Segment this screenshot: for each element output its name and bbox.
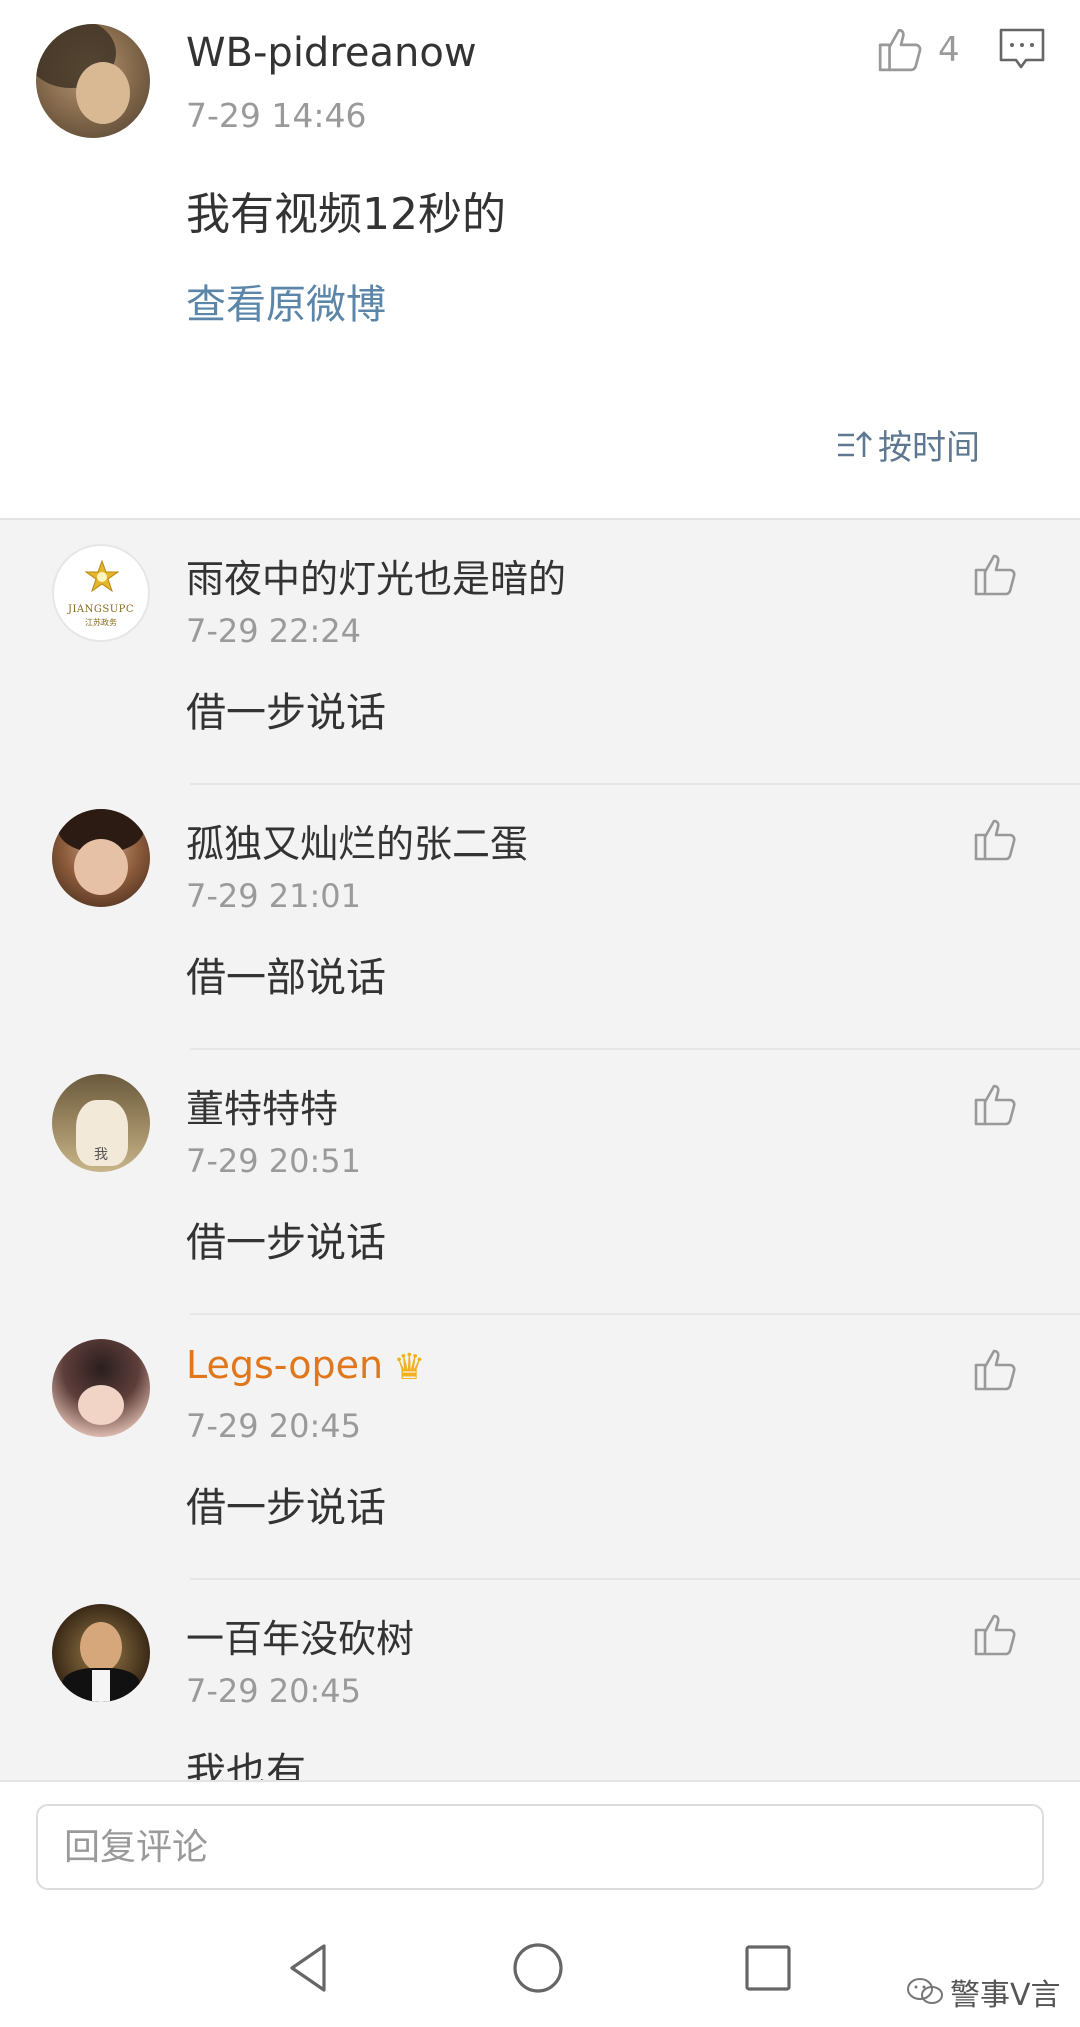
comment-item: Legs-open ♛ 7-29 20:45 借一步说话 bbox=[0, 1315, 1080, 1580]
comment-icon[interactable] bbox=[998, 26, 1046, 72]
avatar-logo-subtext: 江苏政务 bbox=[85, 618, 117, 627]
system-nav-bar: 警事V言 bbox=[0, 1912, 1080, 2027]
comment-list[interactable]: JIANGSUPC 江苏政务 雨夜中的灯光也是暗的 7-29 22:24 借一步… bbox=[0, 518, 1080, 1780]
wechat-icon bbox=[907, 1978, 943, 2004]
commenter-avatar[interactable] bbox=[52, 1339, 150, 1437]
crown-icon: ♛ bbox=[393, 1347, 426, 1388]
reply-input[interactable] bbox=[36, 1804, 1044, 1890]
commenter-avatar[interactable]: JIANGSUPC 江苏政务 bbox=[52, 544, 150, 642]
avatar-face bbox=[80, 1622, 122, 1672]
commenter-name[interactable]: 董特特特 bbox=[186, 1078, 338, 1133]
avatar-shirt bbox=[92, 1670, 110, 1702]
like-count: 4 bbox=[938, 30, 960, 70]
avatar-face bbox=[78, 1385, 124, 1425]
comment-item: 我 董特特特 7-29 20:51 借一步说话 bbox=[0, 1050, 1080, 1315]
comment-item: 一百年没砍树 7-29 20:45 我也有 bbox=[0, 1580, 1080, 1780]
post-timestamp: 7-29 14:46 bbox=[186, 96, 367, 135]
reply-bar bbox=[0, 1780, 1080, 1912]
home-circle-icon[interactable] bbox=[510, 1940, 566, 1996]
comment-item: 孤独又灿烂的张二蛋 7-29 21:01 借一部说话 bbox=[0, 785, 1080, 1050]
avatar-caption: 我 bbox=[94, 1147, 108, 1163]
commenter-avatar[interactable] bbox=[52, 809, 150, 907]
comment-timestamp: 7-29 20:45 bbox=[186, 1407, 362, 1445]
commenter-name[interactable]: 雨夜中的灯光也是暗的 bbox=[186, 548, 566, 603]
post-author-name[interactable]: WB-pidreanow bbox=[186, 30, 477, 76]
avatar-face bbox=[76, 62, 130, 124]
thumbs-up-icon[interactable] bbox=[876, 24, 926, 74]
thumbs-up-icon[interactable] bbox=[972, 550, 1020, 598]
comment-item: JIANGSUPC 江苏政务 雨夜中的灯光也是暗的 7-29 22:24 借一步… bbox=[0, 520, 1080, 785]
emblem-icon bbox=[84, 560, 120, 593]
watermark: 警事V言 bbox=[906, 1970, 1061, 2014]
original-post: WB-pidreanow 7-29 14:46 我有视频12秒的 查看原微博 4… bbox=[0, 0, 1080, 518]
commenter-name[interactable]: 孤独又灿烂的张二蛋 bbox=[186, 813, 528, 868]
thumbs-up-icon[interactable] bbox=[972, 815, 1020, 863]
comment-text: 借一步说话 bbox=[186, 1220, 386, 1266]
comment-timestamp: 7-29 20:45 bbox=[186, 1672, 362, 1710]
commenter-avatar[interactable] bbox=[52, 1604, 150, 1702]
avatar-face bbox=[74, 839, 128, 895]
commenter-name[interactable]: 一百年没砍树 bbox=[186, 1608, 414, 1663]
thumbs-up-icon[interactable] bbox=[972, 1345, 1020, 1393]
post-author-avatar[interactable] bbox=[36, 24, 150, 138]
recents-square-icon[interactable] bbox=[740, 1940, 796, 1996]
thumbs-up-icon[interactable] bbox=[972, 1610, 1020, 1658]
comment-timestamp: 7-29 21:01 bbox=[186, 877, 362, 915]
view-original-link[interactable]: 查看原微博 bbox=[186, 272, 386, 330]
post-content: 我有视频12秒的 bbox=[186, 189, 506, 240]
sort-icon bbox=[838, 430, 872, 457]
back-triangle-icon[interactable] bbox=[282, 1940, 338, 1996]
comment-text: 借一步说话 bbox=[186, 1485, 386, 1531]
watermark-text: 警事V言 bbox=[950, 1978, 1061, 2013]
commenter-avatar[interactable]: 我 bbox=[52, 1074, 150, 1172]
sort-toggle[interactable]: 按时间 bbox=[836, 420, 980, 469]
comment-text: 借一部说话 bbox=[186, 955, 386, 1001]
thumbs-up-icon[interactable] bbox=[972, 1080, 1020, 1128]
comment-timestamp: 7-29 22:24 bbox=[186, 612, 362, 650]
commenter-name-text: Legs-open bbox=[186, 1343, 384, 1387]
avatar-logo-text: JIANGSUPC bbox=[67, 604, 135, 615]
comment-text: 借一步说话 bbox=[186, 690, 386, 736]
comment-text: 我也有 bbox=[186, 1750, 306, 1780]
commenter-name[interactable]: Legs-open ♛ bbox=[186, 1343, 425, 1388]
comment-timestamp: 7-29 20:51 bbox=[186, 1142, 362, 1180]
sort-label: 按时间 bbox=[878, 428, 980, 468]
